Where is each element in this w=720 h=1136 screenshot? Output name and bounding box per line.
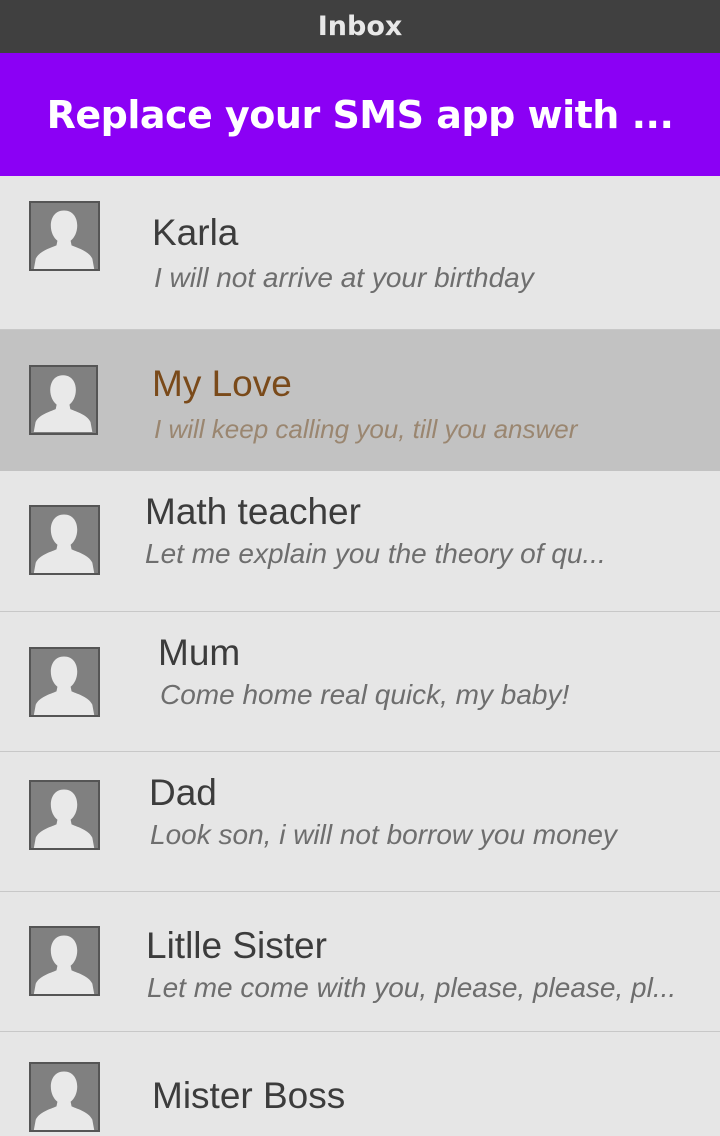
conversation-item-mister-boss[interactable]: Mister Boss xyxy=(0,1032,720,1136)
contact-name: Math teacher xyxy=(145,491,361,532)
contact-name: Dad xyxy=(149,772,217,813)
contact-name: Mister Boss xyxy=(152,1075,346,1116)
conversation-item-math-teacher[interactable]: Math teacher Let me explain you the theo… xyxy=(0,471,720,612)
promo-banner[interactable]: Replace your SMS app with ... xyxy=(0,53,720,176)
title-bar: Inbox xyxy=(0,0,720,53)
conversation-item-mum[interactable]: Mum Come home real quick, my baby! xyxy=(0,612,720,752)
message-preview: Come home real quick, my baby! xyxy=(160,679,570,710)
message-preview: Let me come with you, please, please, pl… xyxy=(147,972,677,1003)
conversation-item-litlle-sister[interactable]: Litlle Sister Let me come with you, plea… xyxy=(0,892,720,1032)
conversation-item-karla[interactable]: Karla I will not arrive at your birthday xyxy=(0,176,720,330)
message-preview: I will keep calling you, till you answer xyxy=(154,414,578,444)
contact-name: Mum xyxy=(158,632,241,673)
promo-banner-text: Replace your SMS app with ... xyxy=(46,92,674,137)
conversation-item-my-love[interactable]: My Love I will keep calling you, till yo… xyxy=(0,330,720,471)
conversation-item-dad[interactable]: Dad Look son, i will not borrow you mone… xyxy=(0,752,720,892)
contact-avatar-icon xyxy=(29,780,100,850)
contact-avatar-icon xyxy=(29,926,100,996)
contact-avatar-icon xyxy=(29,365,98,435)
contact-avatar-icon xyxy=(29,505,100,575)
contact-name: My Love xyxy=(152,363,292,404)
message-preview: I will not arrive at your birthday xyxy=(154,262,534,293)
contact-avatar-icon xyxy=(29,647,100,717)
contact-name: Karla xyxy=(152,212,239,253)
contact-avatar-icon xyxy=(29,1062,100,1132)
contact-name: Litlle Sister xyxy=(146,925,327,966)
page-title: Inbox xyxy=(317,11,403,42)
message-preview: Let me explain you the theory of qu... xyxy=(145,538,606,569)
contact-avatar-icon xyxy=(29,201,100,271)
message-preview: Look son, i will not borrow you money xyxy=(150,819,617,850)
